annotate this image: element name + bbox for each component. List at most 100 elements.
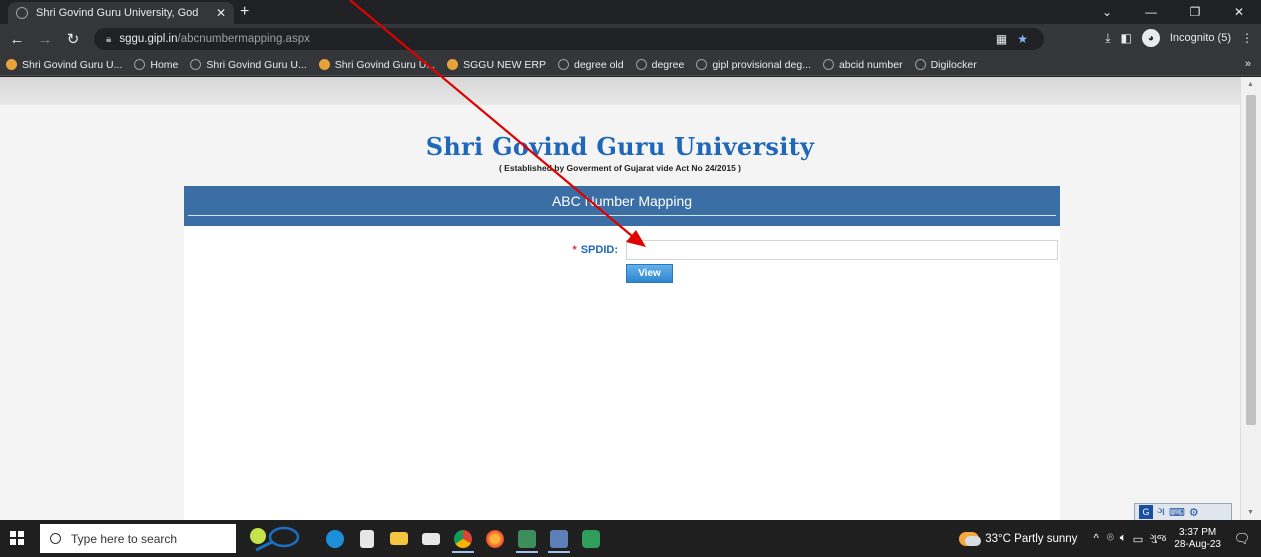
bookmark-item[interactable]: SGGU NEW ERP xyxy=(447,59,546,71)
bookmark-item[interactable]: Shri Govind Guru U... xyxy=(190,58,307,71)
cloud-drive-icon[interactable] xyxy=(576,524,606,553)
globe-icon xyxy=(696,59,708,70)
globe-icon xyxy=(190,59,202,70)
file-explorer-icon[interactable] xyxy=(384,524,414,553)
clock-time: 3:37 PM xyxy=(1179,526,1217,538)
bookmark-item[interactable]: Digilocker xyxy=(914,58,977,71)
bookmarks-overflow-icon[interactable]: » xyxy=(1245,58,1251,70)
ime-toolbar[interactable]: G ગ ⌨ ⚙ xyxy=(1134,503,1232,520)
firefox-icon[interactable] xyxy=(480,524,510,553)
chrome-icon[interactable] xyxy=(448,524,478,553)
spdid-input[interactable] xyxy=(626,240,1058,260)
network-icon[interactable]: ⌾ xyxy=(1107,532,1114,545)
taskbar-search[interactable]: Type here to search xyxy=(40,524,236,553)
spdid-label: * SPDID: xyxy=(548,244,618,256)
bookmark-label: degree old xyxy=(573,58,624,71)
bookmark-label: Digilocker xyxy=(930,58,977,71)
view-button[interactable]: View xyxy=(626,264,673,283)
bookmark-star-icon[interactable]: ★ xyxy=(1017,32,1028,46)
browser-tab-strip: Shri Govind Guru University, God ✕ + ⌄ —… xyxy=(0,0,1261,24)
minimize-button[interactable]: — xyxy=(1129,2,1173,22)
side-panel-icon[interactable]: ◧ xyxy=(1121,31,1132,45)
system-tray: 33°C Partly sunny ^ ⌾ 🔈︎ ▭ ગુજ 3:37 PM 2… xyxy=(959,520,1261,557)
university-title: Shri Govind Guru University xyxy=(425,132,815,161)
required-mark: * xyxy=(572,244,577,256)
calculator-icon[interactable] xyxy=(352,524,382,553)
tray-expand-icon[interactable]: ^ xyxy=(1093,533,1098,545)
download-icon[interactable]: ⤓ xyxy=(1105,31,1110,46)
spdid-label-text: SPDID: xyxy=(580,244,618,256)
site-logo-icon xyxy=(318,59,330,70)
edge-icon[interactable] xyxy=(320,524,350,553)
settings-icon[interactable]: ⚙ xyxy=(1189,506,1199,519)
bookmark-item[interactable]: Shri Govind Guru U... xyxy=(6,59,122,71)
bookmark-item[interactable]: degree old xyxy=(557,58,624,71)
bookmark-item[interactable]: gipl provisional deg... xyxy=(696,59,811,71)
close-tab-icon[interactable]: ✕ xyxy=(216,6,226,20)
globe-icon xyxy=(557,59,569,70)
incognito-label[interactable]: Incognito (5) xyxy=(1170,32,1231,44)
site-logo-icon xyxy=(6,59,17,70)
excel-app-icon[interactable] xyxy=(512,524,542,553)
page-scrollbar[interactable]: ▲ ▼ xyxy=(1240,77,1261,520)
weather-icon[interactable] xyxy=(959,531,982,546)
scroll-up-icon[interactable]: ▲ xyxy=(1247,81,1254,88)
site-logo-icon xyxy=(447,59,459,70)
menu-kebab-icon[interactable]: ⋮ xyxy=(1241,31,1253,45)
lock-icon: 🔒︎ xyxy=(106,33,112,45)
incognito-icon[interactable]: ◕ xyxy=(1141,29,1160,47)
page-viewport: Shri Govind Guru University ( Establishe… xyxy=(0,77,1240,520)
windows-taskbar: Type here to search 33°C Partly sunny ^ … xyxy=(0,520,1261,557)
scrollbar-thumb[interactable] xyxy=(1246,95,1256,425)
mail-icon[interactable] xyxy=(416,524,446,553)
bookmarks-bar: Shri Govind Guru U... Home Shri Govind Gur… xyxy=(0,54,1261,76)
bookmark-label: SGGU NEW ERP xyxy=(463,58,546,71)
volume-icon[interactable]: 🔈︎ xyxy=(1120,532,1127,545)
globe-icon xyxy=(16,7,28,19)
page-top-bar xyxy=(0,77,1240,105)
reload-button[interactable]: ↻ xyxy=(62,30,84,48)
bookmark-label: degree xyxy=(651,58,685,71)
bookmark-item[interactable]: Home xyxy=(134,59,178,71)
notification-icon[interactable]: 🗨︎ xyxy=(1231,528,1253,550)
close-window-button[interactable]: ✕ xyxy=(1217,2,1261,22)
editor-app-icon[interactable] xyxy=(544,524,574,553)
scroll-down-icon[interactable]: ▼ xyxy=(1247,509,1254,516)
keyboard-icon[interactable]: ⌨ xyxy=(1169,506,1185,519)
bookmark-label: abcid number xyxy=(838,58,903,71)
taskbar-search-placeholder: Type here to search xyxy=(71,531,178,546)
bookmark-item[interactable]: abcid number xyxy=(822,58,903,71)
globe-icon xyxy=(134,59,146,70)
forward-button[interactable]: → xyxy=(34,31,56,48)
bookmark-label: Shri Govind Guru U... xyxy=(22,58,123,71)
ime-logo-icon: G xyxy=(1139,505,1153,519)
clock-date: 28-Aug-23 xyxy=(1174,538,1221,550)
window-controls: ⌄ — ❐ ✕ xyxy=(1085,2,1261,22)
tab-title: Shri Govind Guru University, God xyxy=(36,7,199,19)
bookmark-label: Home xyxy=(150,58,179,71)
university-subtitle: ( Established by Goverment of Gujarat vi… xyxy=(498,163,741,173)
address-bar[interactable]: 🔒︎ sggu.gipl.in/abcnumbermapping.aspx ▦ … xyxy=(94,28,1044,50)
tennis-widget-icon[interactable] xyxy=(244,525,300,553)
browser-toolbar: ← → ↻ 🔒︎ sggu.gipl.in/abcnumbermapping.a… xyxy=(0,24,1261,54)
bookmark-label: Shri Govind Guru U... xyxy=(206,58,307,71)
panel-divider xyxy=(188,215,1056,216)
new-tab-button[interactable]: + xyxy=(240,3,249,21)
browser-tab[interactable]: Shri Govind Guru University, God ✕ xyxy=(8,2,234,24)
restore-button[interactable]: ❐ xyxy=(1173,2,1217,22)
weather-text[interactable]: 33°C Partly sunny xyxy=(985,533,1077,545)
back-button[interactable]: ← xyxy=(6,31,28,48)
display-icon[interactable]: ▭ xyxy=(1133,532,1144,546)
clock[interactable]: 3:37 PM 28-Aug-23 xyxy=(1174,527,1221,551)
globe-icon xyxy=(822,59,834,70)
qr-code-icon[interactable]: ▦ xyxy=(996,32,1007,46)
windows-start-icon[interactable] xyxy=(10,531,24,545)
bookmark-item[interactable]: degree xyxy=(635,58,685,71)
language-indicator[interactable]: ગુજ xyxy=(1150,533,1167,544)
globe-icon xyxy=(914,59,926,70)
globe-icon xyxy=(635,59,647,70)
form-panel xyxy=(184,226,1060,520)
bookmark-item[interactable]: Shri Govind Guru U... xyxy=(318,59,435,71)
tab-search-icon[interactable]: ⌄ xyxy=(1085,2,1129,22)
ime-lang-icon[interactable]: ગ xyxy=(1157,506,1165,519)
